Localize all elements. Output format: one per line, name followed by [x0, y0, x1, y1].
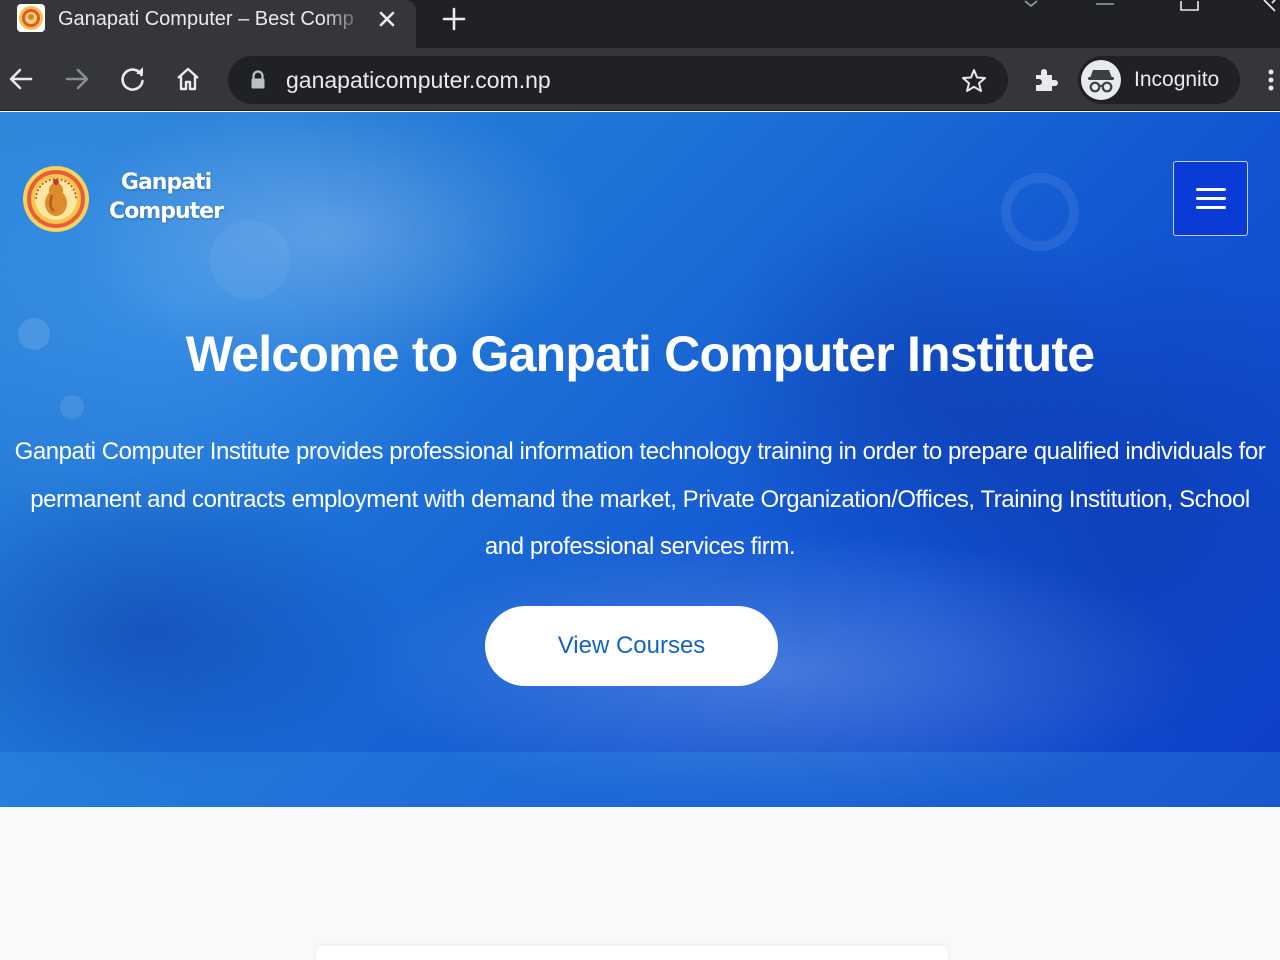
incognito-icon: [1081, 60, 1121, 100]
view-courses-button[interactable]: View Courses: [485, 606, 778, 686]
maximize-icon[interactable]: [1178, 0, 1202, 12]
hamburger-icon: [1196, 197, 1226, 200]
content-card: [316, 946, 948, 960]
favicon-icon: [17, 4, 45, 32]
home-icon[interactable]: [173, 64, 203, 94]
chevron-down-icon[interactable]: [1018, 0, 1044, 14]
more-vert-icon[interactable]: [1260, 65, 1280, 95]
plus-icon[interactable]: [440, 5, 468, 33]
browser-tab-strip: Ganapati Computer – Best Comp: [0, 0, 1280, 48]
site-name-line-2: Computer: [109, 199, 224, 224]
lock-icon[interactable]: [248, 68, 268, 92]
back-arrow-icon[interactable]: [6, 64, 36, 94]
site-name-line-1: Ganpati: [120, 170, 212, 195]
window-close-icon[interactable]: [1256, 0, 1280, 14]
address-bar[interactable]: ganapaticomputer.com.np: [228, 56, 1008, 104]
site-brand[interactable]: Ganpati Computer: [22, 162, 224, 234]
hamburger-icon: [1196, 188, 1226, 191]
browser-tab[interactable]: Ganapati Computer – Best Comp: [0, 0, 416, 48]
forward-arrow-icon[interactable]: [62, 64, 92, 94]
hamburger-icon: [1196, 206, 1226, 209]
incognito-profile-button[interactable]: Incognito: [1078, 56, 1240, 104]
hero-title: Welcome to Ganpati Computer Institute: [185, 326, 1095, 382]
hero-description: Ganpati Computer Institute provides prof…: [14, 438, 1266, 560]
star-icon[interactable]: [960, 67, 988, 95]
close-icon[interactable]: [374, 6, 400, 32]
url-text[interactable]: ganapaticomputer.com.np: [286, 66, 551, 94]
minimize-icon[interactable]: [1092, 0, 1118, 10]
page-viewport: Ganpati Computer Welcome to Ganpati Comp…: [0, 112, 1280, 960]
incognito-label: Incognito: [1134, 68, 1220, 91]
reload-icon[interactable]: [118, 64, 148, 94]
tab-title: Ganapati Computer – Best Comp: [58, 8, 354, 30]
site-name[interactable]: Ganpati Computer: [106, 168, 226, 226]
hero-section: Ganpati Computer Welcome to Ganpati Comp…: [0, 112, 1280, 807]
site-logo[interactable]: [22, 165, 90, 233]
hamburger-menu-button[interactable]: [1173, 161, 1248, 236]
puzzle-icon[interactable]: [1030, 63, 1062, 95]
browser-toolbar: ganapaticomputer.com.np Incognito: [0, 48, 1280, 111]
